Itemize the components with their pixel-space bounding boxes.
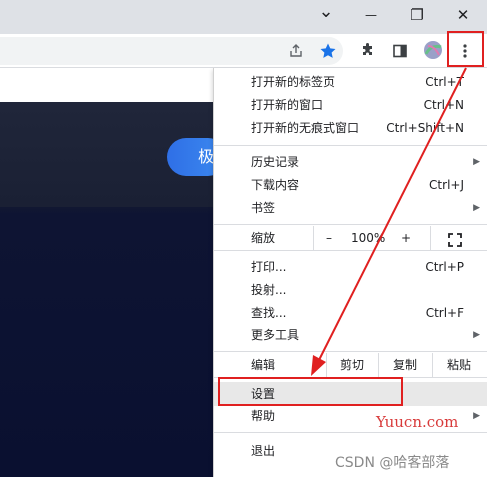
site-watermark: Yuucn.com (376, 413, 459, 431)
csdn-watermark: CSDN @哈客部落 (335, 455, 450, 471)
annotation-arrow (311, 67, 467, 376)
